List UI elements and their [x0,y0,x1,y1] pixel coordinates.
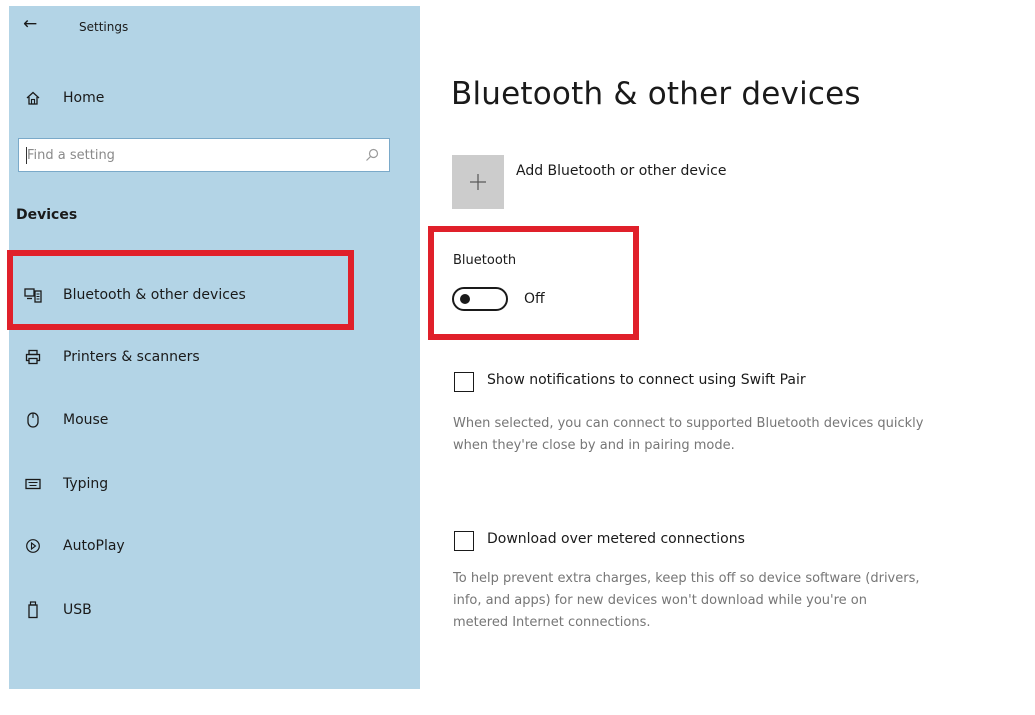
back-arrow-icon[interactable]: ← [23,16,37,33]
section-heading: Devices [16,207,78,223]
bluetooth-devices-icon [23,285,43,305]
description-line: info, and apps) for new devices won't do… [453,593,867,608]
settings-window: ← Settings Home Devices [0,0,1035,715]
search-icon[interactable] [365,148,379,162]
metered-checkbox[interactable] [454,531,474,551]
sidebar: ← Settings Home Devices [9,6,420,689]
add-device-button[interactable] [452,155,504,209]
sidebar-item-label: AutoPlay [63,538,125,554]
description-line: To help prevent extra charges, keep this… [453,571,920,586]
usb-icon [23,600,43,620]
bluetooth-label: Bluetooth [453,253,517,268]
swift-pair-description: When selected, you can connect to suppor… [453,413,923,457]
mouse-icon [23,410,43,430]
page-title: Bluetooth & other devices [451,76,861,112]
swift-pair-label[interactable]: Show notifications to connect using Swif… [487,372,806,388]
metered-description: To help prevent extra charges, keep this… [453,568,920,634]
plus-icon [470,174,486,190]
sidebar-item-label: Home [63,90,105,106]
bluetooth-toggle-state: Off [524,291,545,307]
sidebar-item-typing[interactable]: Typing [9,464,420,504]
sidebar-item-label: Typing [63,476,109,492]
sidebar-item-home[interactable]: Home [9,78,420,118]
autoplay-icon [23,536,43,556]
search-box[interactable] [18,138,390,172]
printer-icon [23,347,43,367]
bluetooth-toggle[interactable] [452,287,508,311]
window-title: Settings [79,20,129,34]
sidebar-item-label: Printers & scanners [63,349,200,365]
sidebar-item-usb[interactable]: USB [9,590,420,630]
sidebar-item-bluetooth[interactable]: Bluetooth & other devices [9,275,420,315]
sidebar-item-autoplay[interactable]: AutoPlay [9,526,420,566]
search-input[interactable] [25,139,357,171]
description-line: When selected, you can connect to suppor… [453,416,924,431]
sidebar-item-label: Mouse [63,412,109,428]
keyboard-icon [23,474,43,494]
highlight-box-bluetooth-toggle [428,226,639,340]
metered-label[interactable]: Download over metered connections [487,531,745,547]
home-icon [23,88,43,108]
sidebar-item-mouse[interactable]: Mouse [9,400,420,440]
sidebar-item-label: Bluetooth & other devices [63,287,246,303]
sidebar-item-printers[interactable]: Printers & scanners [9,337,420,377]
description-line: metered Internet connections. [453,615,651,630]
swift-pair-checkbox[interactable] [454,372,474,392]
sidebar-item-label: USB [63,602,92,618]
add-device-label[interactable]: Add Bluetooth or other device [516,163,726,179]
description-line: when they're close by and in pairing mod… [453,438,735,453]
toggle-knob [460,294,470,304]
